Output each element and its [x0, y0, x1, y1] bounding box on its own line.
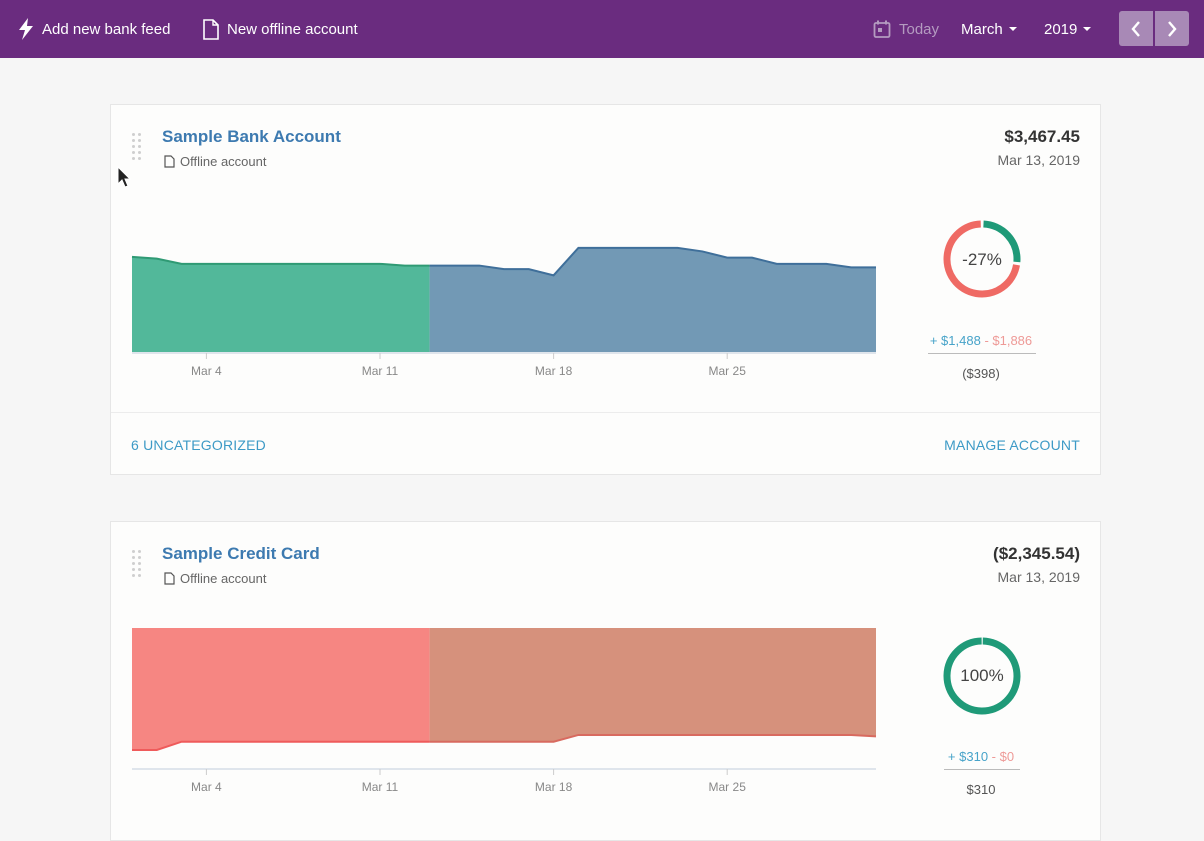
- x-tick-label: Mar 4: [191, 364, 222, 378]
- card-footer: 6 UNCATEGORIZED MANAGE ACCOUNT: [111, 412, 1100, 475]
- caret-down-icon: [1083, 27, 1092, 31]
- outflow-amount: - $1,886: [984, 333, 1033, 348]
- period-navigation: [1119, 11, 1189, 46]
- document-icon: [203, 18, 219, 40]
- new-offline-account-label: New offline account: [227, 20, 358, 38]
- month-dropdown[interactable]: March: [961, 0, 1017, 58]
- net-change: ($398): [962, 366, 1000, 381]
- balance-chart: Mar 4 Mar 11 Mar 18 Mar 25: [131, 246, 876, 378]
- net-change: $310: [966, 782, 996, 797]
- x-tick-label: Mar 11: [362, 364, 399, 378]
- outflow-amount: - $0: [991, 749, 1015, 764]
- add-bank-feed-label: Add new bank feed: [42, 20, 171, 38]
- top-bar: Add new bank feed New offline account To…: [0, 0, 1204, 58]
- account-card-credit: Sample Credit Card Offline account ($2,3…: [110, 521, 1101, 841]
- change-percent: 100%: [960, 666, 1004, 685]
- calendar-icon: [873, 20, 891, 38]
- uncategorized-link[interactable]: 6 UNCATEGORIZED: [131, 437, 266, 453]
- manage-account-link[interactable]: MANAGE ACCOUNT: [944, 437, 1080, 453]
- balance-date: Mar 13, 2019: [997, 569, 1081, 585]
- account-card-bank: Sample Bank Account Offline account $3,4…: [110, 104, 1101, 475]
- add-bank-feed-button[interactable]: Add new bank feed: [18, 0, 170, 58]
- x-tick-label: Mar 11: [362, 780, 399, 794]
- cash-flows: + $310 - $0: [921, 749, 1041, 764]
- x-tick-label: Mar 25: [709, 780, 747, 794]
- today-label: Today: [899, 20, 940, 38]
- account-balance: ($2,345.54): [993, 544, 1080, 563]
- change-percent: -27%: [962, 250, 1002, 269]
- year-dropdown[interactable]: 2019: [1044, 0, 1092, 58]
- mouse-cursor-icon: [117, 166, 132, 188]
- caret-down-icon: [1008, 27, 1017, 31]
- next-month-button[interactable]: [1155, 11, 1189, 46]
- x-tick-label: Mar 18: [535, 364, 573, 378]
- account-balance: $3,467.45: [1004, 127, 1080, 146]
- today-button[interactable]: Today: [873, 0, 939, 58]
- month-value: March: [961, 20, 1003, 38]
- year-value: 2019: [1044, 20, 1078, 38]
- chevron-right-icon: [1168, 20, 1177, 37]
- inflow-amount: + $310: [947, 749, 989, 764]
- flow-divider: [928, 353, 1036, 354]
- cash-flows: + $1,488 - $1,886: [921, 333, 1041, 348]
- flow-divider: [944, 769, 1020, 770]
- chevron-left-icon: [1131, 20, 1140, 37]
- x-tick-label: Mar 4: [191, 780, 222, 794]
- lightning-icon: [19, 18, 33, 40]
- new-offline-account-button[interactable]: New offline account: [203, 0, 358, 58]
- x-tick-label: Mar 18: [535, 780, 573, 794]
- balance-date: Mar 13, 2019: [997, 152, 1081, 168]
- inflow-amount: + $1,488: [929, 333, 981, 348]
- x-tick-label: Mar 25: [709, 364, 747, 378]
- balance-chart: Mar 4 Mar 11 Mar 18 Mar 25: [132, 628, 877, 794]
- previous-month-button[interactable]: [1119, 11, 1153, 46]
